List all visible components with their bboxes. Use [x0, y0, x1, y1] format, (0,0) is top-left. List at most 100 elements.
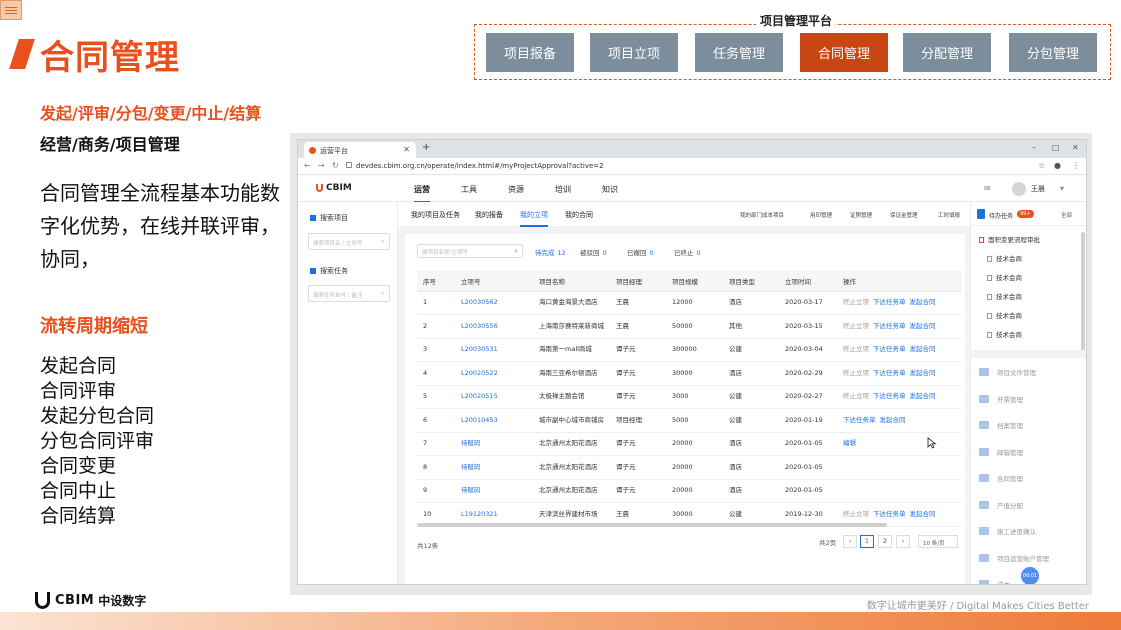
back-icon[interactable]: ←: [304, 161, 311, 170]
horizontal-scrollbar[interactable]: [417, 523, 887, 527]
menu-operate[interactable]: 运营: [414, 184, 430, 203]
search-input[interactable]: 搜项目名称/立项号 ⌕: [417, 244, 523, 258]
nav-subcontract-management[interactable]: 分包管理: [1009, 33, 1097, 72]
nav-project-report[interactable]: 项目报备: [486, 33, 574, 72]
tab-my-contracts[interactable]: 我的合同: [565, 210, 593, 220]
search-task-input[interactable]: 搜索任务单号 / 备注 ⌄: [308, 285, 390, 302]
module-link[interactable]: 项目运营账户管理: [997, 553, 1049, 563]
forward-icon[interactable]: →: [318, 161, 325, 170]
menu-resources[interactable]: 资源: [508, 184, 524, 195]
todo-all-link[interactable]: 全部: [1061, 211, 1072, 219]
terminate-approval-link[interactable]: 终止立项: [843, 510, 869, 518]
start-contract-link[interactable]: 发起合同: [910, 298, 936, 306]
terminate-approval-link[interactable]: 终止立项: [843, 369, 869, 377]
link-deposit[interactable]: 保证金管理: [890, 211, 918, 219]
next-page-button[interactable]: ›: [896, 535, 910, 548]
tab-my-approvals[interactable]: 我的立项: [520, 210, 548, 227]
todo-item[interactable]: 技术会商: [987, 329, 1022, 339]
tab-my-reports[interactable]: 我的报备: [475, 210, 503, 220]
page-2-button[interactable]: 2: [878, 535, 892, 548]
todo-item[interactable]: 技术会商: [987, 291, 1022, 301]
terminate-approval-link[interactable]: 终止立项: [843, 345, 869, 353]
terminate-approval-link[interactable]: 终止立项: [843, 392, 869, 400]
issue-task-link[interactable]: 下达任务单: [873, 322, 906, 330]
start-contract-link[interactable]: 发起合同: [910, 392, 936, 400]
tab-my-projects[interactable]: 我的项目及任务: [411, 210, 460, 220]
window-close-icon[interactable]: ✕: [1072, 143, 1079, 152]
todo-item[interactable]: 技术会商: [987, 253, 1022, 263]
module-link[interactable]: 邮箱管理: [997, 447, 1023, 457]
minimize-icon[interactable]: –: [1032, 143, 1036, 152]
cell-approval-no[interactable]: L20030556: [455, 314, 533, 339]
link-timesheet[interactable]: 工时填报: [938, 211, 960, 219]
cell-approval-no[interactable]: 待赋码: [455, 479, 533, 503]
mail-icon[interactable]: ✉: [984, 184, 991, 193]
todo-item[interactable]: 技术会商: [987, 310, 1022, 320]
module-link[interactable]: 产值分配: [997, 500, 1023, 510]
start-contract-link[interactable]: 发起合同: [910, 510, 936, 518]
vertical-scrollbar[interactable]: [1081, 232, 1085, 352]
nav-project-approval[interactable]: 项目立项: [590, 33, 678, 72]
issue-task-link[interactable]: 下达任务单: [843, 416, 876, 424]
maximize-icon[interactable]: □: [1052, 143, 1060, 152]
start-contract-link[interactable]: 发起合同: [910, 369, 936, 377]
prev-page-button[interactable]: ‹: [843, 535, 857, 548]
new-tab-icon[interactable]: +: [422, 142, 430, 153]
start-contract-link[interactable]: 发起合同: [910, 345, 936, 353]
terminate-approval-link[interactable]: 终止立项: [843, 298, 869, 306]
cell-approval-no[interactable]: 待赋码: [455, 455, 533, 480]
cell-approval-no[interactable]: 待赋码: [455, 432, 533, 456]
bookmark-star-icon[interactable]: ☆: [1038, 161, 1045, 170]
nav-task-management[interactable]: 任务管理: [695, 33, 783, 72]
status-tab-withdrawn[interactable]: 已撤回 0: [627, 247, 654, 257]
module-link[interactable]: 合同管理: [997, 473, 1023, 483]
module-link[interactable]: 成本: [997, 579, 1010, 584]
chevron-down-icon[interactable]: ▾: [1060, 184, 1064, 193]
status-tab-terminated[interactable]: 已终止 0: [674, 247, 701, 257]
issue-task-link[interactable]: 下达任务单: [873, 510, 906, 518]
module-link[interactable]: 档案管理: [997, 420, 1023, 430]
profile-icon[interactable]: ●: [1054, 161, 1061, 170]
page-size-select[interactable]: 10 条/页: [918, 535, 958, 548]
issue-task-link[interactable]: 下达任务单: [873, 369, 906, 377]
page-1-button[interactable]: 1: [860, 535, 874, 548]
todo-item[interactable]: 技术会商: [987, 272, 1022, 282]
url-text[interactable]: devdes.cbim.org.cn/operate/index.html#/m…: [356, 162, 604, 170]
link-license[interactable]: 证照管理: [850, 211, 872, 219]
module-link[interactable]: 项目文件管理: [997, 367, 1036, 377]
link-seal[interactable]: 用印管理: [810, 211, 832, 219]
todo-item[interactable]: 面积变更流程审批: [979, 234, 1040, 244]
start-contract-link[interactable]: 发起合同: [880, 416, 906, 424]
nav-allocation-management[interactable]: 分配管理: [903, 33, 991, 72]
cell-approval-no[interactable]: L20010453: [455, 408, 533, 433]
floating-timer-button[interactable]: 00:01: [1021, 567, 1039, 584]
issue-task-link[interactable]: 下达任务单: [873, 345, 906, 353]
tab-close-icon[interactable]: ✕: [403, 145, 410, 154]
cell-approval-no[interactable]: L20020515: [455, 385, 533, 409]
issue-task-link[interactable]: 编辑: [843, 439, 856, 447]
nav-contract-management[interactable]: 合同管理: [800, 33, 888, 72]
status-tab-rejected[interactable]: 被驳回 0: [580, 247, 607, 257]
note-icon[interactable]: [0, 0, 22, 20]
menu-tools[interactable]: 工具: [461, 184, 477, 195]
terminate-approval-link[interactable]: 终止立项: [843, 322, 869, 330]
module-link[interactable]: 开票管理: [997, 394, 1023, 404]
search-icon[interactable]: ⌕: [514, 247, 518, 256]
issue-task-link[interactable]: 下达任务单: [873, 392, 906, 400]
cell-approval-no[interactable]: L20030531: [455, 338, 533, 362]
cell-approval-no[interactable]: L20030562: [455, 291, 533, 315]
menu-dots-icon[interactable]: ⋮: [1072, 161, 1080, 170]
status-tab-pending[interactable]: 待完成 12: [535, 247, 566, 257]
cell-approval-no[interactable]: L20020522: [455, 361, 533, 386]
module-link[interactable]: 施工进度确认: [997, 526, 1036, 536]
issue-task-link[interactable]: 下达任务单: [873, 298, 906, 306]
link-dept-cost[interactable]: 我的部门成本项目: [740, 211, 784, 219]
browser-tab[interactable]: 运营平台 ✕: [304, 142, 416, 158]
menu-knowledge[interactable]: 知识: [602, 184, 618, 195]
menu-training[interactable]: 培训: [555, 184, 571, 195]
reload-icon[interactable]: ↻: [332, 161, 339, 170]
avatar[interactable]: [1012, 182, 1026, 196]
search-project-input[interactable]: 搜索项目名 / 立项号 ⌄: [308, 233, 390, 250]
user-name[interactable]: 王晨: [1031, 184, 1045, 194]
start-contract-link[interactable]: 发起合同: [910, 322, 936, 330]
